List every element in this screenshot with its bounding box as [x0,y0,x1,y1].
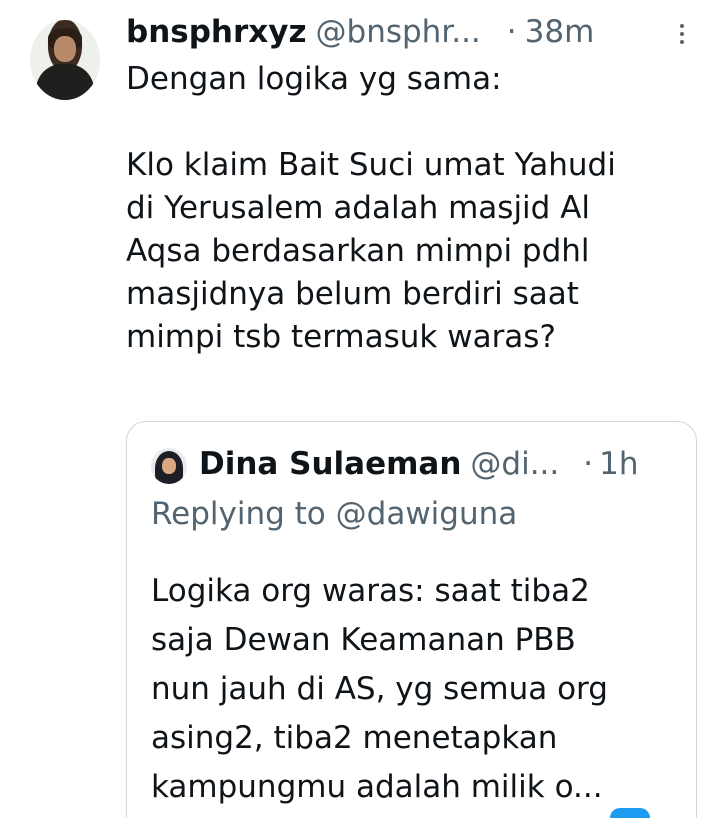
author-display-name[interactable]: bnsphrxyz [126,14,307,50]
author-avatar[interactable] [30,20,100,100]
quoted-text-line: nun jauh di AS, yg semua org [151,671,608,707]
replying-to-line: Replying to @dawiguna [151,496,517,532]
tweet-text-line: Dengan logika yg sama: [126,61,502,97]
separator-dot: · [506,14,517,50]
tweet-text-line: Klo klaim Bait Suci umat Yahudi [126,147,616,183]
quoted-text-line: kampungmu adalah milik o... [151,769,603,805]
quoted-tweet-header: Dina Sulaeman @di... · 1h [199,442,639,486]
tweet-text: Dengan logika yg sama: Klo klaim Bait Su… [126,58,696,359]
avatar-face-shape [54,36,76,62]
quoted-text-line: Logika org waras: saat tiba2 [151,573,590,609]
tweet-timestamp[interactable]: 38m [525,14,595,50]
quoted-tweet[interactable]: Dina Sulaeman @di... · 1h Replying to @d… [126,421,697,818]
quoted-text-line: saja Dewan Keamanan PBB [151,622,576,658]
tweet-text-line: di Yerusalem adalah masjid Al [126,190,591,226]
quoted-tweet-text: Logika org waras: saat tiba2 saja Dewan … [151,567,681,812]
tweet-header: bnsphrxyz @bnsphr... · 38m [126,10,594,54]
quoted-author-display-name[interactable]: Dina Sulaeman [199,446,461,482]
quoted-tweet-timestamp[interactable]: 1h [599,446,638,482]
tweet-text-line: mimpi tsb termasuk waras? [126,319,556,355]
author-handle[interactable]: @bnsphr... [316,14,481,50]
quoted-author-handle[interactable]: @di... [470,446,559,482]
tweet-text-line: masjidnya belum berdiri saat [126,276,579,312]
floating-action-button-edge[interactable] [610,808,650,818]
tweet[interactable]: bnsphrxyz @bnsphr... · 38m Dengan logika… [0,0,718,818]
quoted-text-line: asing2, tiba2 menetapkan [151,720,558,756]
replying-to-mention[interactable]: @dawiguna [336,496,518,532]
avatar-body-shape [36,64,94,100]
quoted-author-avatar[interactable] [151,448,187,484]
avatar-face-shape [162,458,176,474]
replying-to-label: Replying to [151,496,326,532]
more-options-icon[interactable] [672,20,692,50]
separator-dot: · [583,446,594,482]
tweet-text-line: Aqsa berdasarkan mimpi pdhl [126,233,590,269]
